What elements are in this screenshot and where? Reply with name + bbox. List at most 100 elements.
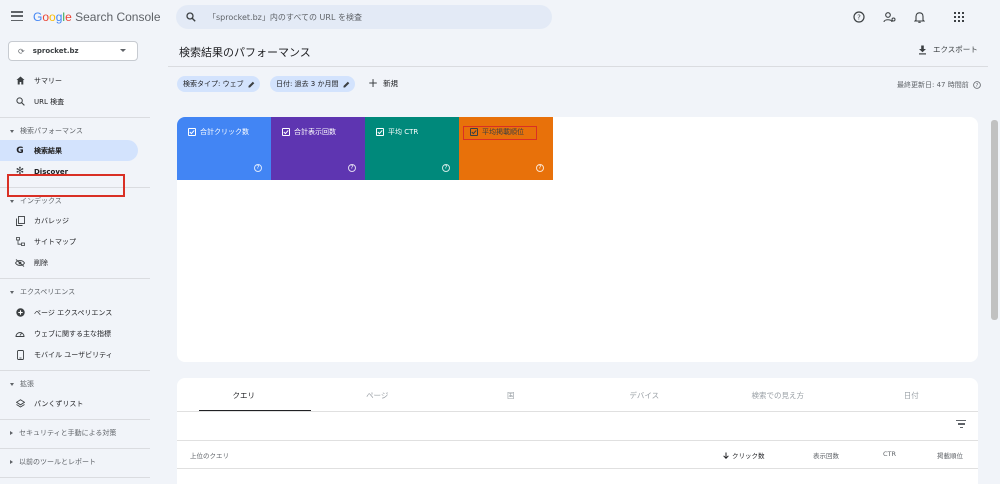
export-label: エクスポート [933,45,978,54]
divider [177,411,978,412]
sidebar-item-label: サイトマップ [34,237,76,246]
metric-label: 合計クリック数 [200,128,249,136]
sidebar-item-core-web-vitals[interactable]: ウェブに関する主な指標 [0,323,138,344]
section-legacy-tools[interactable]: 以前のツールとレポート [10,457,96,467]
sidebar-item-page-experience[interactable]: ページ エクスペリエンス [0,302,138,323]
sidebar-item-label: カバレッジ [34,216,69,225]
sidebar-item-mobile-usability[interactable]: モバイル ユーザビリティ [0,344,138,365]
arrow-down-icon [723,452,729,459]
plus-icon: + [368,76,379,90]
section-label: 検索パフォーマンス [20,127,83,135]
section-security[interactable]: セキュリティと手動による対策 [10,428,116,438]
column-header-clicks[interactable]: クリック数 [723,450,765,460]
svg-text:?: ? [857,14,861,22]
tab-label: 国 [507,390,515,400]
bell-icon[interactable] [912,10,926,24]
tab-pages[interactable]: ページ [311,378,445,412]
sidebar-item-removals[interactable]: 削除 [0,252,138,273]
sidebar-item-label: 検索結果 [34,146,62,155]
download-icon [919,45,926,54]
svg-text:?: ? [975,83,978,89]
section-label: セキュリティと手動による対策 [19,429,117,437]
help-icon[interactable]: ? [254,164,262,172]
google-g-icon: G [16,145,24,156]
checkbox-checked-icon[interactable] [188,128,196,136]
export-button[interactable]: エクスポート [918,44,978,55]
sidebar-item-label: サマリー [34,76,62,85]
section-enhancements[interactable]: 拡張 [10,379,34,389]
sidebar-item-coverage[interactable]: カバレッジ [0,210,138,231]
sidebar-item-label: ページ エクスペリエンス [34,308,113,317]
add-circle-icon [15,308,25,318]
section-experience[interactable]: エクスペリエンス [10,287,75,297]
add-filter-label: 新規 [383,78,399,88]
property-name: sprocket.bz [32,47,79,55]
sidebar-item-search-results[interactable]: G 検索結果 [0,140,138,161]
sidebar-item-summary[interactable]: サマリー [0,70,138,91]
apps-grid-icon[interactable] [952,10,966,24]
app-logo[interactable]: Google Search Console [33,10,161,24]
metric-total-clicks[interactable]: 合計クリック数 ? [177,117,271,180]
section-search-performance[interactable]: 検索パフォーマンス [10,126,83,136]
metric-label: 平均 CTR [388,128,419,136]
tab-label: 検索での見え方 [751,390,805,400]
tab-devices[interactable]: デバイス [578,378,712,412]
help-icon[interactable]: ? [852,10,866,24]
performance-chart-card: 合計クリック数 ? 合計表示回数 ? 平均 CTR ? 平均掲載順位 ? [177,117,978,362]
highlight-annotation [463,126,537,140]
sidebar-item-label: モバイル ユーザビリティ [34,350,113,359]
column-header-ctr[interactable]: CTR [883,450,896,458]
column-header-label: クリック数 [732,452,765,460]
sidebar-item-sitemaps[interactable]: サイトマップ [0,231,138,252]
property-icon: ⟳ [18,46,25,56]
tab-search-appearance[interactable]: 検索での見え方 [711,378,845,412]
filter-chip-search-type[interactable]: 検索タイプ: ウェブ [177,76,260,92]
help-icon[interactable]: ? [972,81,981,89]
help-icon[interactable]: ? [536,164,544,172]
tab-queries[interactable]: クエリ [177,378,311,412]
tab-countries[interactable]: 国 [444,378,578,412]
help-icon[interactable]: ? [348,164,356,172]
tab-dates[interactable]: 日付 [845,378,979,412]
search-icon [186,12,196,22]
highlight-annotation [7,174,125,197]
divider [177,468,978,469]
help-icon[interactable]: ? [442,164,450,172]
checkbox-checked-icon[interactable] [376,128,384,136]
tab-label: ページ [366,390,389,400]
divider [0,278,150,279]
last-updated: 最終更新日: 47 時間前 ? [897,80,981,90]
metric-average-ctr[interactable]: 平均 CTR ? [365,117,459,180]
speedometer-icon [15,329,25,339]
chevron-down-icon [120,49,126,52]
scrollbar[interactable] [991,120,998,320]
last-updated-text: 最終更新日: 47 時間前 [897,81,969,89]
collapse-arrow-icon [10,129,14,133]
metric-total-impressions[interactable]: 合計表示回数 ? [271,117,365,180]
account-settings-icon[interactable] [882,10,896,24]
add-filter-button[interactable]: + 新規 [368,77,398,89]
section-label: インデックス [20,197,62,205]
expand-arrow-icon [10,431,13,435]
column-header-position[interactable]: 掲載順位 [937,450,963,460]
filter-list-icon[interactable] [956,420,966,428]
section-index[interactable]: インデックス [10,196,62,206]
eye-off-icon [15,258,25,268]
url-inspection-search[interactable] [176,5,552,29]
metric-label: 合計表示回数 [294,128,336,136]
product-name: Search Console [75,10,161,24]
column-header-impressions[interactable]: 表示回数 [813,450,839,460]
section-label: エクスペリエンス [20,288,76,296]
sidebar-item-url-inspection[interactable]: URL 検査 [0,91,138,112]
checkbox-checked-icon[interactable] [282,128,290,136]
filter-chip-date[interactable]: 日付: 過去 3 か月間 [270,76,355,92]
sidebar-item-label: ウェブに関する主な指標 [34,329,111,338]
search-input[interactable] [208,12,508,22]
page-title: 検索結果のパフォーマンス [179,46,311,59]
section-label: 以前のツールとレポート [19,458,96,466]
menu-icon[interactable] [11,11,23,21]
column-header-top-queries: 上位のクエリ [190,452,229,460]
home-icon [15,76,25,86]
sidebar-item-breadcrumbs[interactable]: パンくずリスト [0,393,138,414]
property-selector[interactable]: ⟳ sprocket.bz [8,41,138,61]
